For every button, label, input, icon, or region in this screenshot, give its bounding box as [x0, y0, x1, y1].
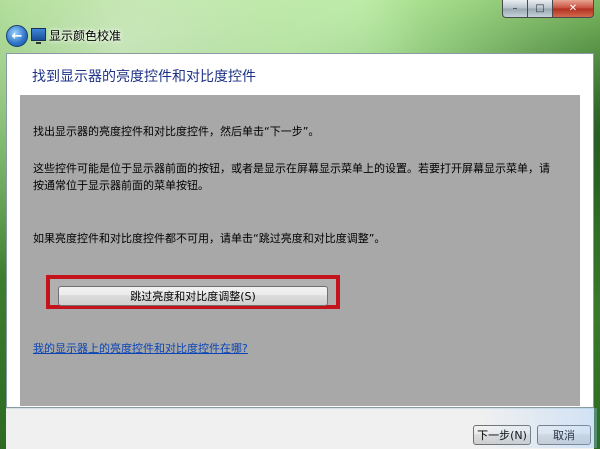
instruction-text-3: 如果亮度控件和对比度控件都不可用，请单击“跳过亮度和对比度调整”。 [33, 232, 386, 245]
wizard-footer: 下一步(N) 取消 [6, 408, 594, 449]
back-arrow-icon[interactable]: ← [6, 25, 28, 47]
window-title: 显示颜色校准 [49, 29, 122, 43]
help-link[interactable]: 我的显示器上的亮度控件和对比度控件在哪? [33, 340, 248, 356]
close-button[interactable]: ✕ [552, 0, 594, 18]
maximize-button[interactable]: □ [527, 0, 552, 18]
skip-adjustment-button[interactable]: 跳过亮度和对比度调整(S) [58, 286, 328, 306]
instruction-text-2: 这些控件可能是位于显示器前面的按钮，或者是显示在屏幕显示菜单上的设置。若要打开屏… [33, 162, 550, 192]
instruction-text-1: 找出显示器的亮度控件和对比度控件，然后单击“下一步”。 [33, 125, 320, 138]
instruction-panel: 找出显示器的亮度控件和对比度控件，然后单击“下一步”。 这些控件可能是位于显示器… [20, 95, 580, 406]
page-title: 找到显示器的亮度控件和对比度控件 [32, 69, 256, 85]
caption-buttons: – □ ✕ [502, 0, 594, 18]
highlight-frame: 跳过亮度和对比度调整(S) [46, 275, 340, 309]
monitor-icon [31, 28, 46, 44]
cancel-button[interactable]: 取消 [537, 425, 591, 445]
wizard-content: 找到显示器的亮度控件和对比度控件 找出显示器的亮度控件和对比度控件，然后单击“下… [6, 53, 594, 408]
next-button[interactable]: 下一步(N) [473, 425, 531, 445]
minimize-button[interactable]: – [502, 0, 527, 18]
